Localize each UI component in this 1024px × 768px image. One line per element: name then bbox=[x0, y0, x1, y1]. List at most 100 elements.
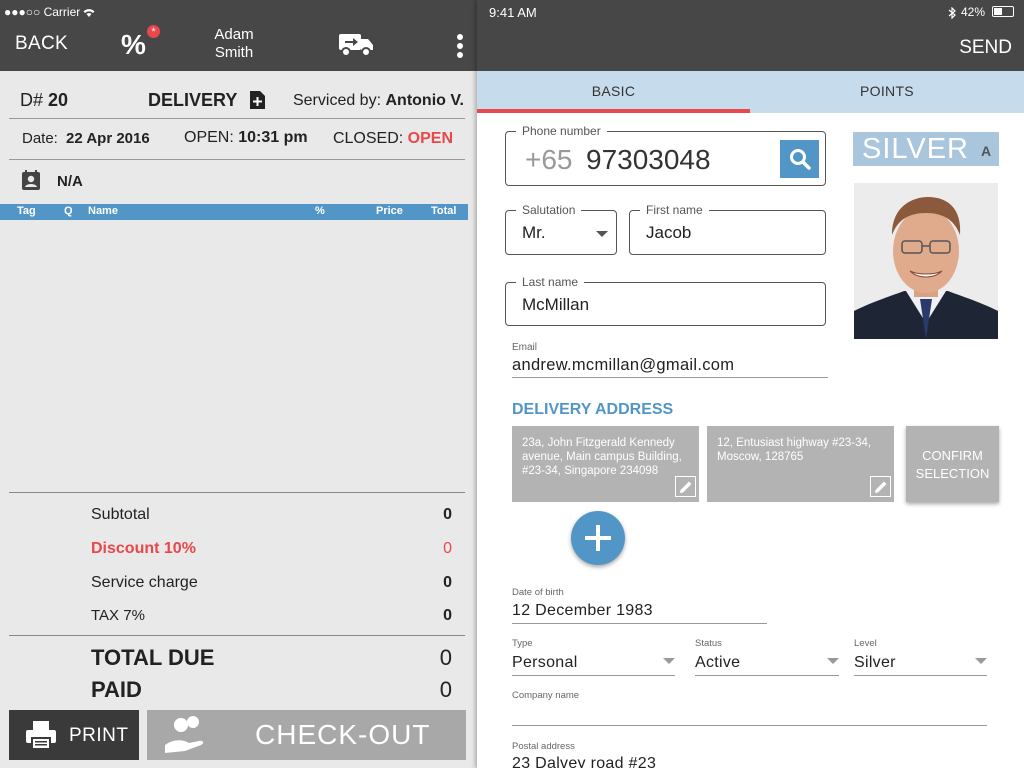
order-number: D# 20 bbox=[20, 90, 68, 111]
postal-address-field[interactable]: Postal address 23 Dalvey road #23 bbox=[512, 741, 987, 768]
first-name-field[interactable]: First name Jacob bbox=[629, 203, 826, 255]
serviced-by-name: Antonio V. bbox=[385, 92, 464, 109]
last-name-value: McMillan bbox=[522, 295, 590, 314]
status-select[interactable]: Status Active bbox=[695, 638, 839, 676]
search-icon bbox=[789, 148, 811, 175]
customer-panel: 9:41 AM 42% SEND BASIC POINTS Phone numb… bbox=[477, 0, 1024, 768]
asterisk-badge-icon: * bbox=[147, 25, 160, 38]
print-label: PRINT bbox=[69, 725, 129, 746]
type-select[interactable]: Type Personal bbox=[512, 638, 675, 676]
first-name-label: First name bbox=[640, 203, 709, 217]
salutation-value: Mr. bbox=[522, 223, 546, 242]
items-table-body[interactable] bbox=[0, 220, 468, 492]
truck-icon[interactable] bbox=[338, 32, 374, 63]
order-number-value: 20 bbox=[48, 90, 69, 110]
order-date: Date: 22 Apr 2016 bbox=[22, 130, 150, 147]
chevron-down-icon bbox=[975, 658, 987, 664]
pencil-icon bbox=[679, 480, 693, 498]
chevron-down-icon bbox=[596, 231, 608, 237]
level-label: Level bbox=[854, 638, 877, 649]
service-charge-value: 0 bbox=[443, 574, 452, 591]
order-closed-status: CLOSED: OPEN bbox=[333, 130, 453, 148]
confirm-selection-button[interactable]: CONFIRM SELECTION bbox=[906, 426, 999, 502]
status-label: Status bbox=[695, 638, 722, 649]
total-due-label: TOTAL DUE bbox=[91, 645, 215, 670]
address-card[interactable]: 23a, John Fitzgerald Kennedy avenue, Mai… bbox=[512, 426, 699, 502]
paid-label: PAID bbox=[91, 677, 142, 702]
serviced-by: Serviced by: Antonio V. bbox=[293, 92, 464, 110]
paid-value: 0 bbox=[439, 677, 452, 702]
bluetooth-icon bbox=[948, 6, 956, 24]
clock: 9:41 AM bbox=[489, 5, 537, 20]
column-total: Total bbox=[431, 205, 457, 217]
address-card[interactable]: 12, Entusiast highway #23-34, Moscow, 12… bbox=[707, 426, 894, 502]
closed-label: CLOSED: bbox=[332, 130, 404, 147]
phone-prefix: +65 bbox=[525, 144, 573, 175]
discount-value: 0 bbox=[443, 540, 452, 557]
items-table-header: Tag Q Name % Price Total bbox=[0, 204, 468, 220]
order-open-time: OPEN: 10:31 pm bbox=[184, 129, 308, 147]
coins-hand-icon bbox=[163, 715, 209, 760]
salutation-label: Salutation bbox=[516, 203, 582, 217]
column-name: Name bbox=[88, 205, 118, 217]
battery-icon bbox=[992, 6, 1014, 17]
serviced-by-label: Serviced by: bbox=[292, 92, 382, 109]
customer-tabs: BASIC POINTS bbox=[477, 71, 1024, 113]
edit-address-button[interactable] bbox=[675, 476, 696, 497]
email-field[interactable]: Email andrew.mcmillan@gmail.com bbox=[512, 342, 828, 378]
tier-badge: SILVER A bbox=[853, 132, 999, 166]
tab-basic[interactable]: BASIC bbox=[477, 71, 750, 113]
open-label: OPEN: bbox=[184, 129, 234, 146]
battery-level: 42% bbox=[961, 5, 986, 19]
discount-button[interactable]: % * bbox=[121, 25, 163, 60]
order-prefix: D# bbox=[20, 90, 44, 110]
send-button[interactable]: SEND bbox=[959, 37, 1012, 59]
discount-label[interactable]: Discount 10% bbox=[91, 540, 196, 558]
order-type: DELIVERY bbox=[148, 90, 238, 110]
customer-first-name: Adam bbox=[214, 26, 254, 43]
dob-value: 12 December 1983 bbox=[512, 602, 653, 619]
active-tab-indicator bbox=[477, 109, 750, 113]
checkout-label: CHECK-OUT bbox=[255, 719, 431, 750]
type-value: Personal bbox=[512, 654, 578, 671]
tax-label: TAX 7% bbox=[91, 607, 145, 624]
phone-search-button[interactable] bbox=[780, 140, 819, 178]
date-label: Date: bbox=[22, 130, 58, 147]
add-document-icon[interactable] bbox=[248, 90, 266, 115]
column-quantity: Q bbox=[64, 205, 73, 217]
type-label: Type bbox=[512, 638, 533, 649]
column-price: Price bbox=[376, 205, 403, 217]
salutation-select[interactable]: Salutation Mr. bbox=[505, 203, 617, 255]
chevron-down-icon bbox=[663, 658, 675, 664]
edit-address-button[interactable] bbox=[870, 476, 891, 497]
company-name-field[interactable]: Company name bbox=[512, 690, 987, 726]
level-select[interactable]: Level Silver bbox=[854, 638, 987, 676]
last-name-field[interactable]: Last name McMillan bbox=[505, 275, 826, 326]
closed-value: OPEN bbox=[407, 130, 453, 147]
dob-label: Date of birth bbox=[512, 587, 564, 598]
phone-field[interactable]: Phone number +65 97303048 bbox=[505, 124, 826, 186]
contact-card-icon[interactable] bbox=[21, 170, 41, 196]
tier-grade: A bbox=[981, 143, 992, 159]
checkout-button[interactable]: CHECK-OUT bbox=[147, 710, 466, 760]
phone-value[interactable]: 97303048 bbox=[586, 144, 711, 176]
tab-points[interactable]: POINTS bbox=[750, 71, 1024, 113]
customer-name[interactable]: Adam Smith bbox=[200, 26, 268, 62]
customer-photo[interactable] bbox=[854, 183, 998, 339]
tax-value: 0 bbox=[443, 607, 452, 624]
back-button[interactable]: BACK bbox=[15, 33, 68, 55]
status-value: Active bbox=[695, 654, 741, 671]
date-of-birth-field[interactable]: Date of birth 12 December 1983 bbox=[512, 587, 767, 624]
print-button[interactable]: PRINT bbox=[9, 710, 139, 760]
add-address-button[interactable] bbox=[571, 511, 625, 565]
more-vertical-icon[interactable] bbox=[456, 34, 464, 58]
customer-header: 9:41 AM 42% SEND bbox=[477, 0, 1024, 71]
column-tag: Tag bbox=[17, 205, 36, 217]
delivery-address-heading: DELIVERY ADDRESS bbox=[512, 401, 674, 418]
postal-label: Postal address bbox=[512, 741, 575, 752]
last-name-label: Last name bbox=[516, 275, 585, 289]
contact-value: N/A bbox=[57, 173, 83, 190]
subtotal-label: Subtotal bbox=[91, 506, 150, 523]
column-discount: % bbox=[315, 205, 325, 217]
plus-icon bbox=[583, 523, 613, 558]
